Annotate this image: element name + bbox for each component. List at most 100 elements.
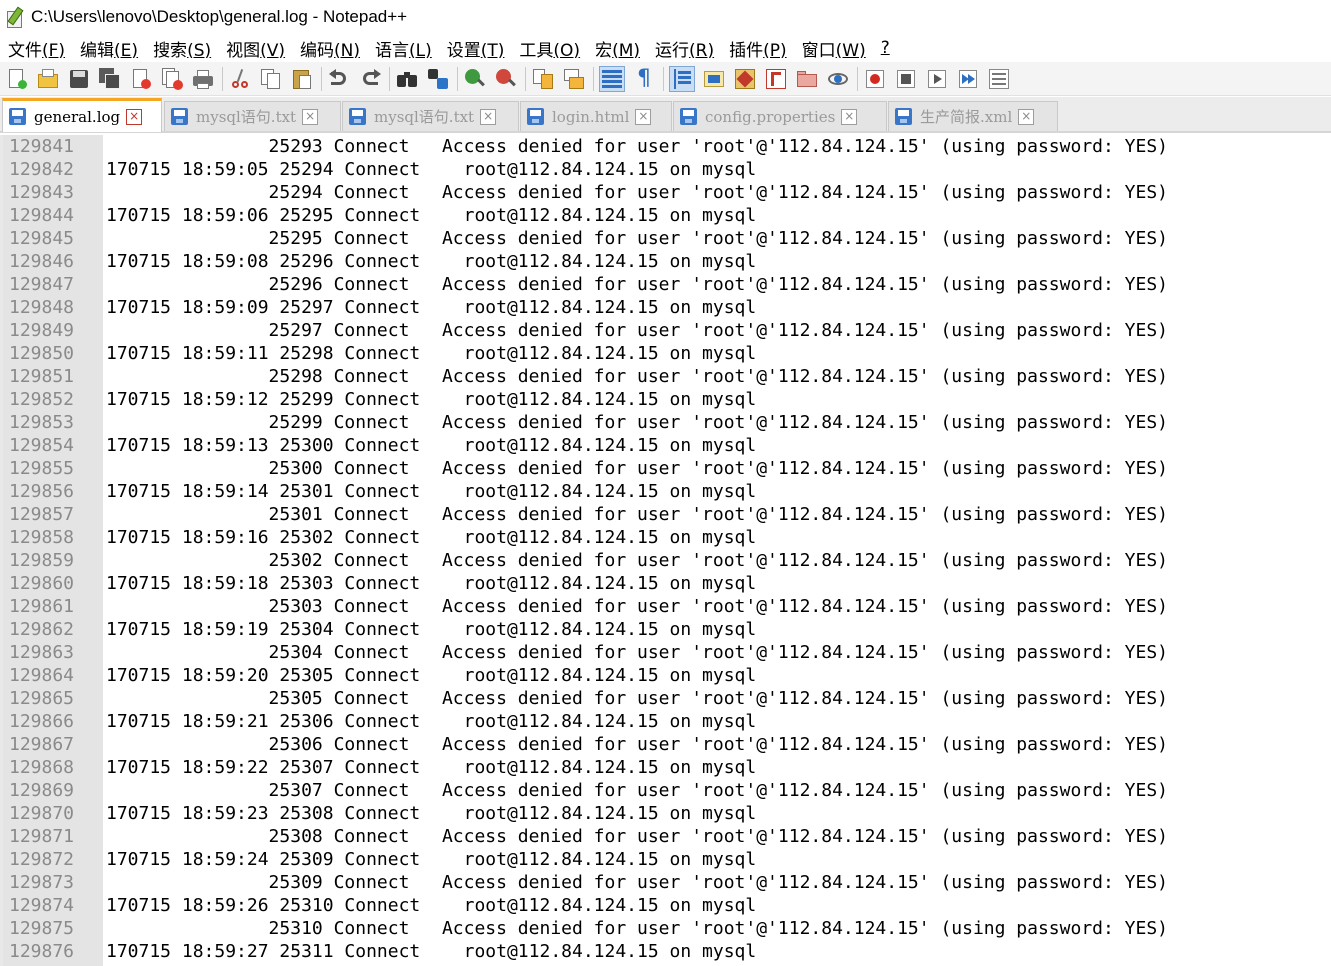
menu-accelerator: (L) [409, 40, 432, 61]
record-macro-icon[interactable] [863, 67, 887, 91]
folder-workspace-icon[interactable] [795, 67, 819, 91]
close-all-icon[interactable] [160, 67, 184, 91]
tab-2[interactable]: mysql语句.txt × [342, 101, 519, 131]
tab-label: config.properties [705, 107, 836, 126]
menu-item-6[interactable]: 设置(T) [439, 36, 512, 61]
line-text: 25297 Connect Access denied for user 'ro… [106, 320, 1169, 341]
line-text: 170715 18:59:06 25295 Connect root@112.8… [106, 205, 757, 226]
tab-close-icon[interactable]: × [126, 108, 143, 125]
menu-item-2[interactable]: 搜索(S) [145, 36, 218, 61]
save-icon[interactable] [67, 67, 91, 91]
toolbar-separator [857, 66, 858, 91]
line-number: 129853 [9, 412, 75, 433]
editor-line: 129854 170715 18:59:13 25300 Connect root… [0, 434, 1331, 457]
tab-3[interactable]: login.html × [520, 101, 672, 131]
line-text: 25304 Connect Access denied for user 'ro… [106, 642, 1169, 663]
editor-line: 129865 25305 Connect Access denied for u… [0, 687, 1331, 710]
editor-line: 129870 170715 18:59:23 25308 Connect root… [0, 802, 1331, 825]
tab-1[interactable]: mysql语句.txt × [164, 101, 341, 131]
menu-item-0[interactable]: 文件(F) [0, 36, 72, 61]
toolbar-separator [389, 66, 390, 91]
tab-label: general.log [34, 107, 121, 126]
open-file-icon[interactable] [36, 67, 60, 91]
editor-line: 129858 170715 18:59:16 25302 Connect root… [0, 526, 1331, 549]
toolbar-separator [525, 66, 526, 91]
line-text: 25296 Connect Access denied for user 'ro… [106, 274, 1169, 295]
show-all-chars-icon[interactable]: ¶ [632, 66, 656, 91]
sync-vertical-icon[interactable] [531, 67, 555, 91]
replace-icon[interactable] [426, 67, 450, 91]
line-text: 170715 18:59:05 25294 Connect root@112.8… [106, 159, 757, 180]
stop-record-icon[interactable] [894, 67, 918, 91]
editor[interactable]: 129841 25293 Connect Access denied for u… [0, 135, 1331, 966]
menu-item-7[interactable]: 工具(O) [511, 36, 587, 61]
tab-close-icon[interactable]: × [841, 108, 858, 125]
toolbar-separator [663, 66, 664, 91]
line-text: 170715 18:59:22 25307 Connect root@112.8… [106, 757, 757, 778]
menu-item-3[interactable]: 视图(V) [218, 36, 292, 61]
editor-line: 129849 25297 Connect Access denied for u… [0, 319, 1331, 342]
paste-icon[interactable] [290, 67, 314, 91]
line-number: 129866 [9, 711, 75, 732]
menu-accelerator: (E) [114, 40, 139, 61]
zoom-in-icon[interactable] [463, 67, 487, 91]
tab-5[interactable]: 生产简报.xml × [888, 101, 1058, 131]
menu-item-5[interactable]: 语言(L) [367, 36, 439, 61]
line-number: 129873 [9, 872, 75, 893]
line-text: 25303 Connect Access denied for user 'ro… [106, 596, 1169, 617]
word-wrap-icon[interactable] [599, 65, 625, 92]
save-macro-icon[interactable] [987, 67, 1011, 91]
line-text: 25310 Connect Access denied for user 'ro… [106, 918, 1169, 939]
menu-item-4[interactable]: 编码(N) [292, 36, 367, 61]
editor-line: 129873 25309 Connect Access denied for u… [0, 871, 1331, 894]
menu-item-11[interactable]: 窗口(W) [794, 36, 873, 61]
zoom-out-icon[interactable] [494, 67, 518, 91]
tab-close-icon[interactable]: × [480, 108, 497, 125]
editor-line: 129868 170715 18:59:22 25307 Connect root… [0, 756, 1331, 779]
new-file-icon[interactable] [5, 67, 29, 91]
line-number: 129850 [9, 343, 75, 364]
function-list-icon[interactable] [764, 67, 788, 91]
menu-item-9[interactable]: 运行(R) [647, 36, 721, 61]
close-icon[interactable] [129, 67, 153, 91]
editor-line: 129869 25307 Connect Access denied for u… [0, 779, 1331, 802]
editor-line: 129871 25308 Connect Access denied for u… [0, 825, 1331, 848]
editor-line: 129841 25293 Connect Access denied for u… [0, 135, 1331, 158]
menu-label: 窗口 [801, 40, 836, 61]
monitoring-icon[interactable] [826, 67, 850, 91]
find-icon[interactable] [395, 67, 419, 91]
undo-icon[interactable] [327, 67, 351, 91]
tab-close-icon[interactable]: × [302, 108, 319, 125]
line-text: 170715 18:59:08 25296 Connect root@112.8… [106, 251, 757, 272]
tab-close-icon[interactable]: × [1018, 108, 1035, 125]
play-macro-icon[interactable] [925, 67, 949, 91]
print-icon[interactable] [191, 67, 215, 91]
menu-item-8[interactable]: 宏(M) [587, 36, 647, 61]
tab-4[interactable]: config.properties × [673, 101, 887, 131]
doc-map-icon[interactable] [733, 67, 757, 91]
save-all-icon[interactable] [98, 67, 122, 91]
menu-item-12[interactable]: ? [873, 38, 897, 58]
tab-close-icon[interactable]: × [635, 108, 652, 125]
saved-file-icon [349, 108, 366, 125]
indent-guide-icon[interactable] [669, 65, 695, 92]
cut-icon[interactable] [228, 67, 252, 91]
menu-accelerator: (F) [42, 40, 66, 61]
menu-accelerator: (V) [260, 40, 286, 61]
redo-icon[interactable] [358, 67, 382, 91]
line-number: 129874 [9, 895, 75, 916]
menu-item-10[interactable]: 插件(P) [721, 36, 794, 61]
tab-0[interactable]: general.log × [2, 98, 162, 132]
line-number: 129860 [9, 573, 75, 594]
editor-line: 129864 170715 18:59:20 25305 Connect root… [0, 664, 1331, 687]
udl-icon[interactable] [702, 67, 726, 91]
editor-line: 129843 25294 Connect Access denied for u… [0, 181, 1331, 204]
editor-line: 129866 170715 18:59:21 25306 Connect root… [0, 710, 1331, 733]
sync-horizontal-icon[interactable] [562, 67, 586, 91]
editor-line: 129846 170715 18:59:08 25296 Connect root… [0, 250, 1331, 273]
menu-item-1[interactable]: 编辑(E) [72, 36, 145, 61]
run-multiple-macro-icon[interactable] [956, 67, 980, 91]
menu-label: 运行 [655, 40, 690, 61]
saved-file-icon [680, 108, 697, 125]
copy-icon[interactable] [259, 67, 283, 91]
